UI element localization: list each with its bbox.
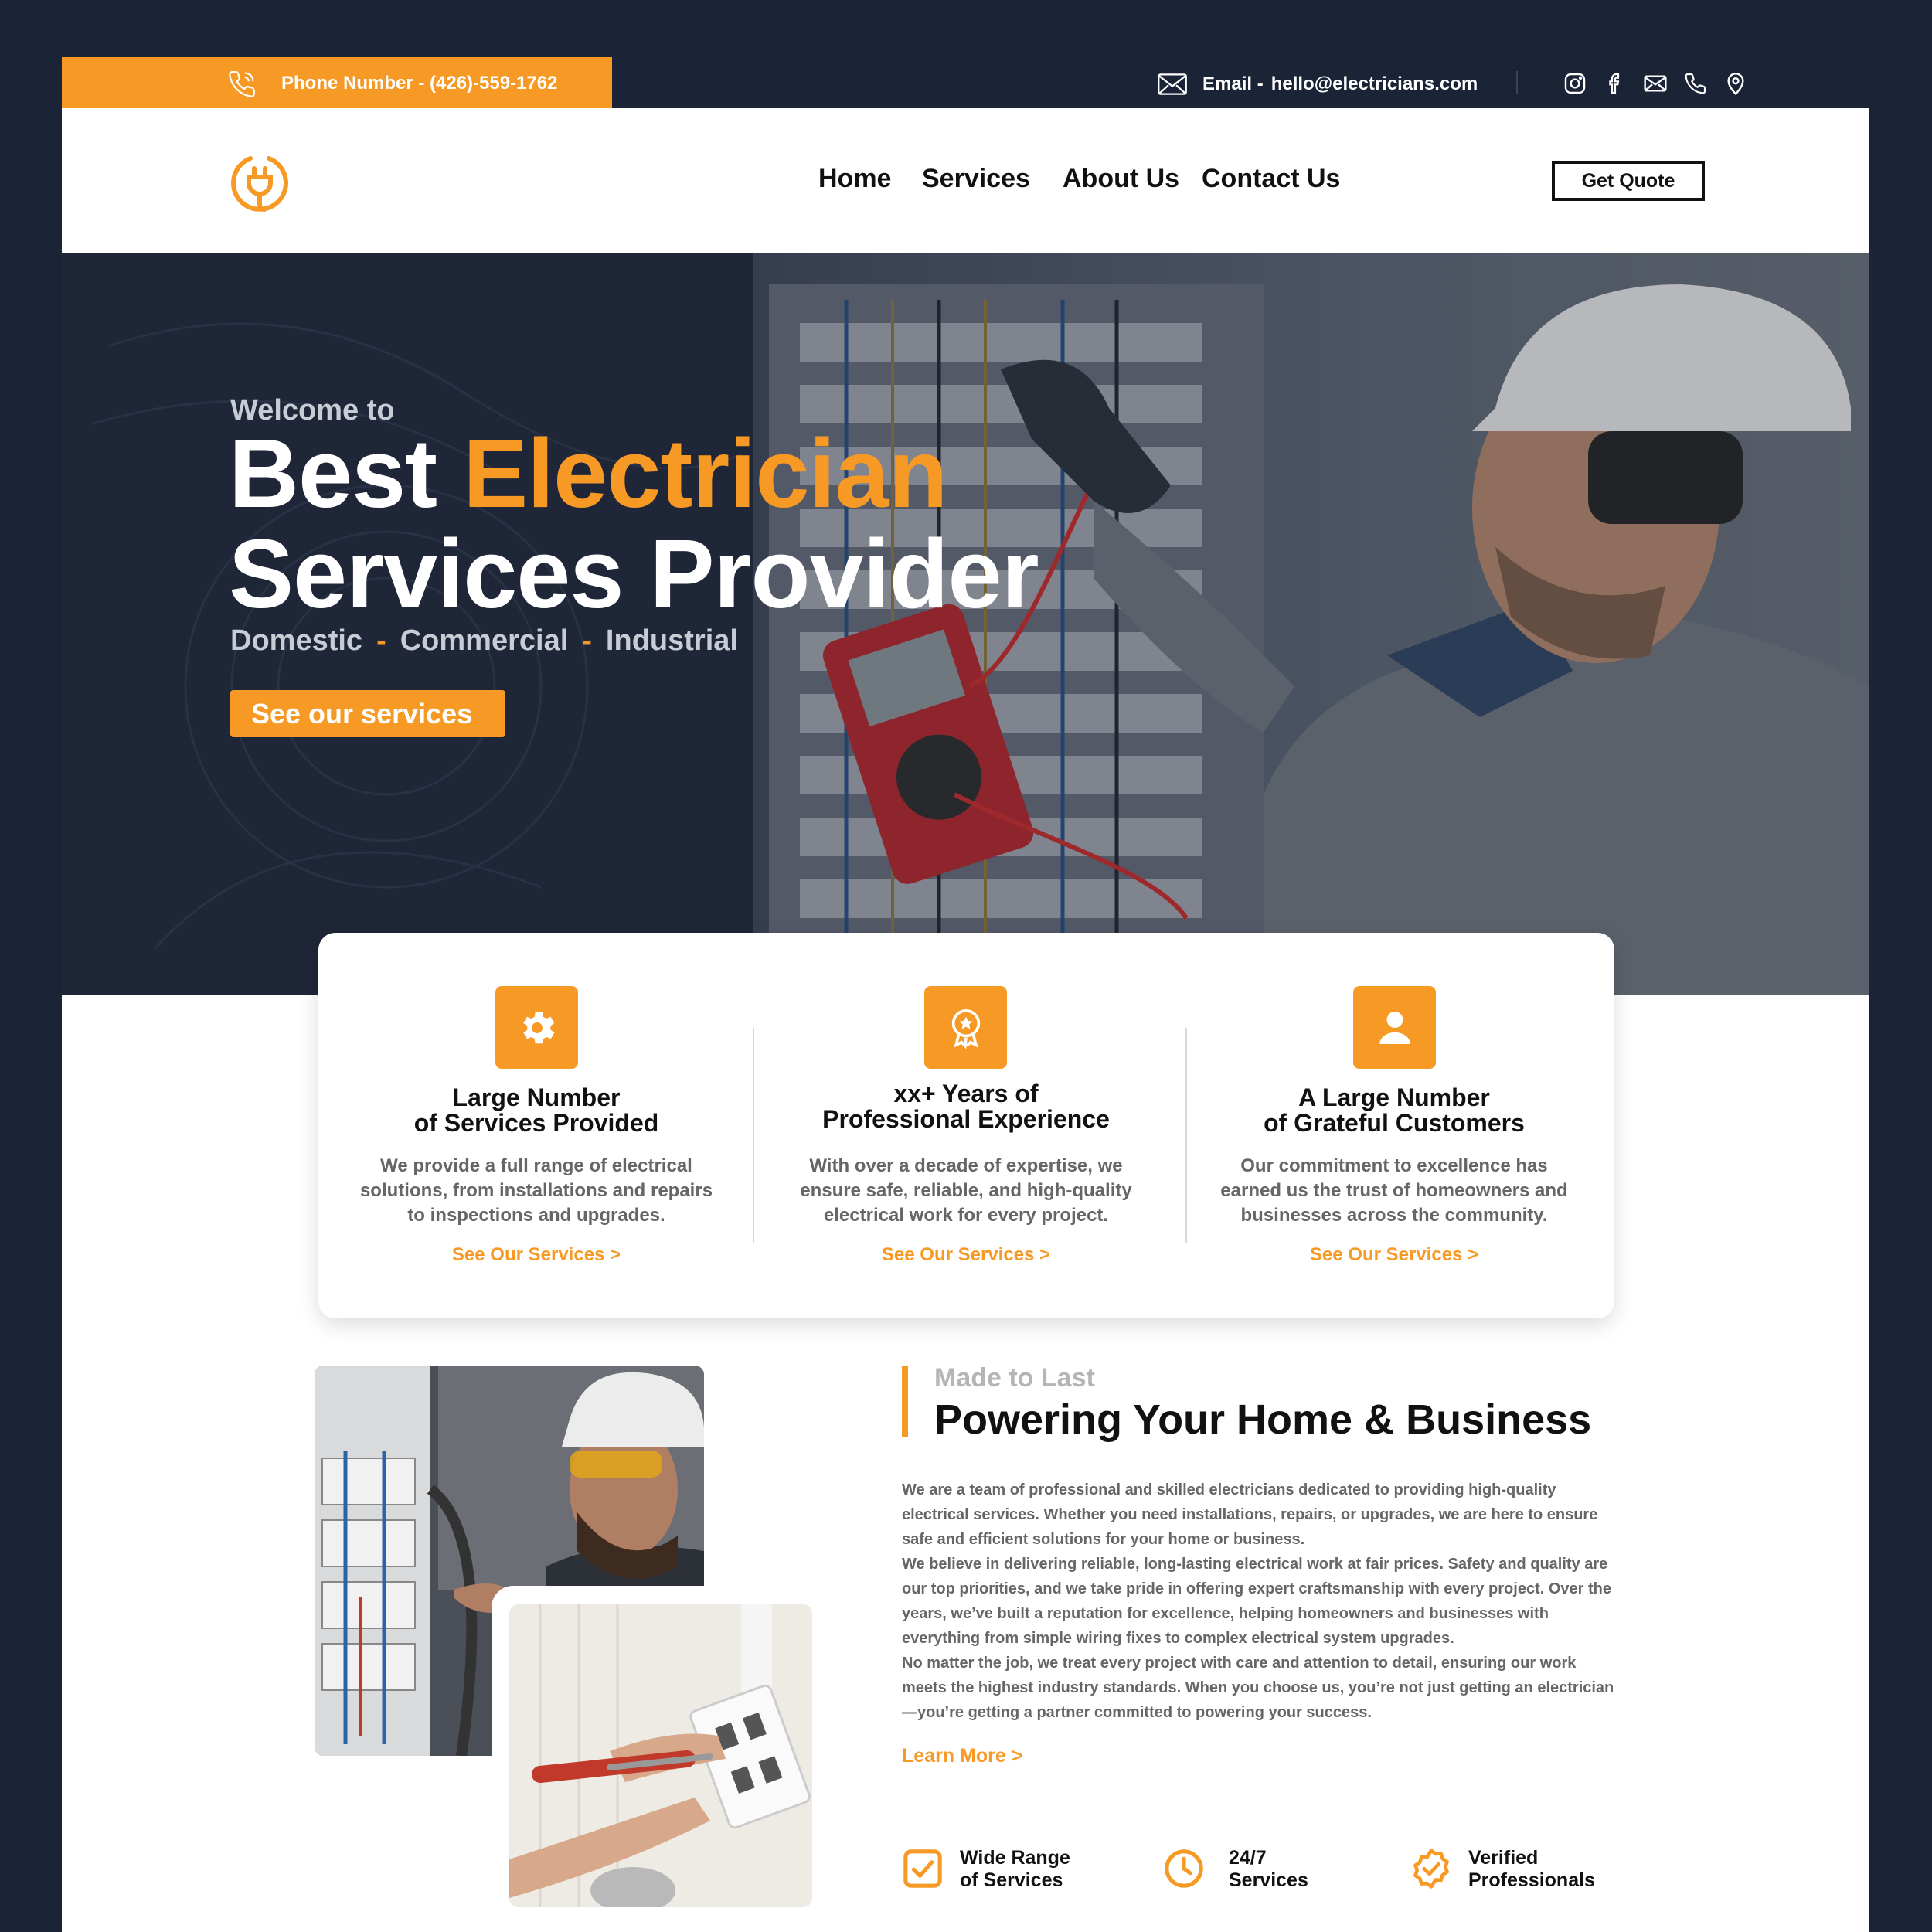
feature-title-line: of Grateful Customers	[1264, 1109, 1525, 1137]
badge-label-line: Services	[1229, 1869, 1308, 1891]
see-our-services-link[interactable]: See Our Services >	[757, 1244, 1175, 1266]
badge-label: Verified Professionals	[1468, 1847, 1595, 1892]
hero-service-types: Domestic - Commercial - Industrial	[230, 624, 738, 658]
outlet-repair-photo	[509, 1604, 812, 1907]
see-our-services-link[interactable]: See Our Services >	[328, 1244, 745, 1266]
feature-description: Our commitment to excellence has earned …	[1201, 1154, 1587, 1228]
nav-about-us[interactable]: About Us	[1063, 164, 1179, 194]
feature-divider	[753, 1028, 754, 1243]
feature-desc-line: earned us the trust of homeowners and	[1220, 1180, 1568, 1201]
hero-title-line2: Services Provider	[229, 519, 1039, 628]
badge-label-line: Wide Range	[960, 1847, 1070, 1869]
award-icon	[951, 1009, 980, 1049]
badge-label-line: Verified	[1468, 1847, 1539, 1869]
location-icon[interactable]	[1723, 71, 1748, 96]
email-value: hello@electricians.com	[1270, 73, 1478, 94]
feature-title: xx+ Years of Professional Experience	[757, 1081, 1175, 1132]
topbar-divider	[1516, 71, 1518, 94]
about-line: safe and efficient solutions for your ho…	[902, 1531, 1305, 1548]
feature-title: A Large Number of Grateful Customers	[1185, 1085, 1603, 1136]
about-line: We are a team of professional and skille…	[902, 1481, 1556, 1498]
feature-desc-line: to inspections and upgrades.	[407, 1205, 665, 1226]
phone-number: Phone Number - (426)-559-1762	[281, 73, 558, 94]
feature-desc-line: ensure safe, reliable, and high-quality	[800, 1180, 1132, 1201]
feature-desc-line: We provide a full range of electrical	[380, 1155, 692, 1176]
feature-title: Large Number of Services Provided	[328, 1085, 745, 1136]
feature-title-line: xx+ Years of	[893, 1080, 1039, 1107]
get-quote-button[interactable]: Get Quote	[1552, 161, 1705, 201]
logo-plug-icon[interactable]	[229, 151, 291, 213]
mail-icon	[1158, 73, 1187, 95]
about-kicker: Made to Last	[934, 1363, 1095, 1393]
service-type-domestic: Domestic	[230, 624, 363, 657]
badge-label-line: 24/7	[1229, 1847, 1267, 1869]
about-line: No matter the job, we treat every projec…	[902, 1655, 1577, 1672]
about-line: electrical services. Whether you need in…	[902, 1506, 1598, 1523]
feature-title-line: of Services Provided	[413, 1109, 659, 1137]
about-line: years, we’ve built a reputation for exce…	[902, 1605, 1549, 1622]
clock-icon	[1165, 1849, 1203, 1888]
user-icon	[1379, 1011, 1410, 1044]
hero-title-plain: Best	[229, 419, 437, 528]
gear-icon	[522, 1012, 554, 1043]
feature-desc-line: Our commitment to excellence has	[1240, 1155, 1548, 1176]
about-paragraph: We are a team of professional and skille…	[902, 1478, 1644, 1725]
phone-bar[interactable]: Phone Number - (426)-559-1762	[62, 57, 612, 108]
about-line: everything from simple wiring fixes to c…	[902, 1630, 1454, 1647]
service-type-commercial: Commercial	[400, 624, 569, 657]
feature-desc-line: businesses across the community.	[1240, 1205, 1548, 1226]
section-accent-bar	[902, 1366, 908, 1437]
service-type-industrial: Industrial	[605, 624, 738, 657]
badge-label-line: of Services	[960, 1869, 1063, 1891]
about-line: our top priorities, and we take pride in…	[902, 1580, 1611, 1597]
email-contact[interactable]: Email - hello@electricians.com	[1158, 70, 1478, 99]
feature-desc-line: electrical work for every project.	[823, 1205, 1109, 1226]
feature-description: With over a decade of expertise, we ensu…	[773, 1154, 1159, 1228]
verified-badge-icon	[1413, 1849, 1449, 1889]
nav-contact-us[interactable]: Contact Us	[1202, 164, 1340, 194]
nav-services[interactable]: Services	[922, 164, 1030, 194]
feature-desc-line: solutions, from installations and repair…	[359, 1180, 713, 1201]
see-our-services-link[interactable]: See Our Services >	[1185, 1244, 1603, 1266]
about-line: meets the highest industry standards. Wh…	[902, 1679, 1614, 1696]
feature-description: We provide a full range of electrical so…	[343, 1154, 730, 1228]
feature-title-line: A Large Number	[1298, 1083, 1490, 1111]
email-label: Email -	[1202, 73, 1264, 94]
checkbox-icon	[903, 1849, 942, 1888]
nav-home[interactable]: Home	[818, 164, 891, 194]
feature-icon-box	[924, 986, 1007, 1069]
feature-title-line: Professional Experience	[822, 1105, 1110, 1133]
phone-icon	[229, 71, 255, 97]
hero-title-accent: Electrician	[463, 419, 947, 528]
hero-title: Best Electrician Services Provider	[229, 423, 1039, 624]
about-title: Powering Your Home & Business	[934, 1396, 1592, 1443]
badge-label: Wide Range of Services	[960, 1847, 1070, 1892]
badge-label: 24/7 Services	[1229, 1847, 1308, 1892]
mail-icon[interactable]	[1643, 71, 1668, 96]
instagram-icon[interactable]	[1563, 71, 1587, 96]
phone-icon[interactable]	[1683, 71, 1708, 96]
about-line: We believe in delivering reliable, long-…	[902, 1556, 1608, 1573]
feature-icon-box	[495, 986, 578, 1069]
learn-more-link[interactable]: Learn More >	[902, 1745, 1022, 1767]
badge-label-line: Professionals	[1468, 1869, 1595, 1891]
feature-icon-box	[1353, 986, 1436, 1069]
see-our-services-button[interactable]: See our services	[230, 690, 505, 737]
feature-title-line: Large Number	[452, 1083, 621, 1111]
separator-dash: -	[582, 624, 592, 657]
about-line: —you’re getting a partner committed to p…	[902, 1704, 1372, 1721]
outlet-repair-illustration	[509, 1604, 812, 1907]
facebook-icon[interactable]	[1603, 71, 1628, 96]
separator-dash: -	[376, 624, 386, 657]
feature-desc-line: With over a decade of expertise, we	[809, 1155, 1123, 1176]
